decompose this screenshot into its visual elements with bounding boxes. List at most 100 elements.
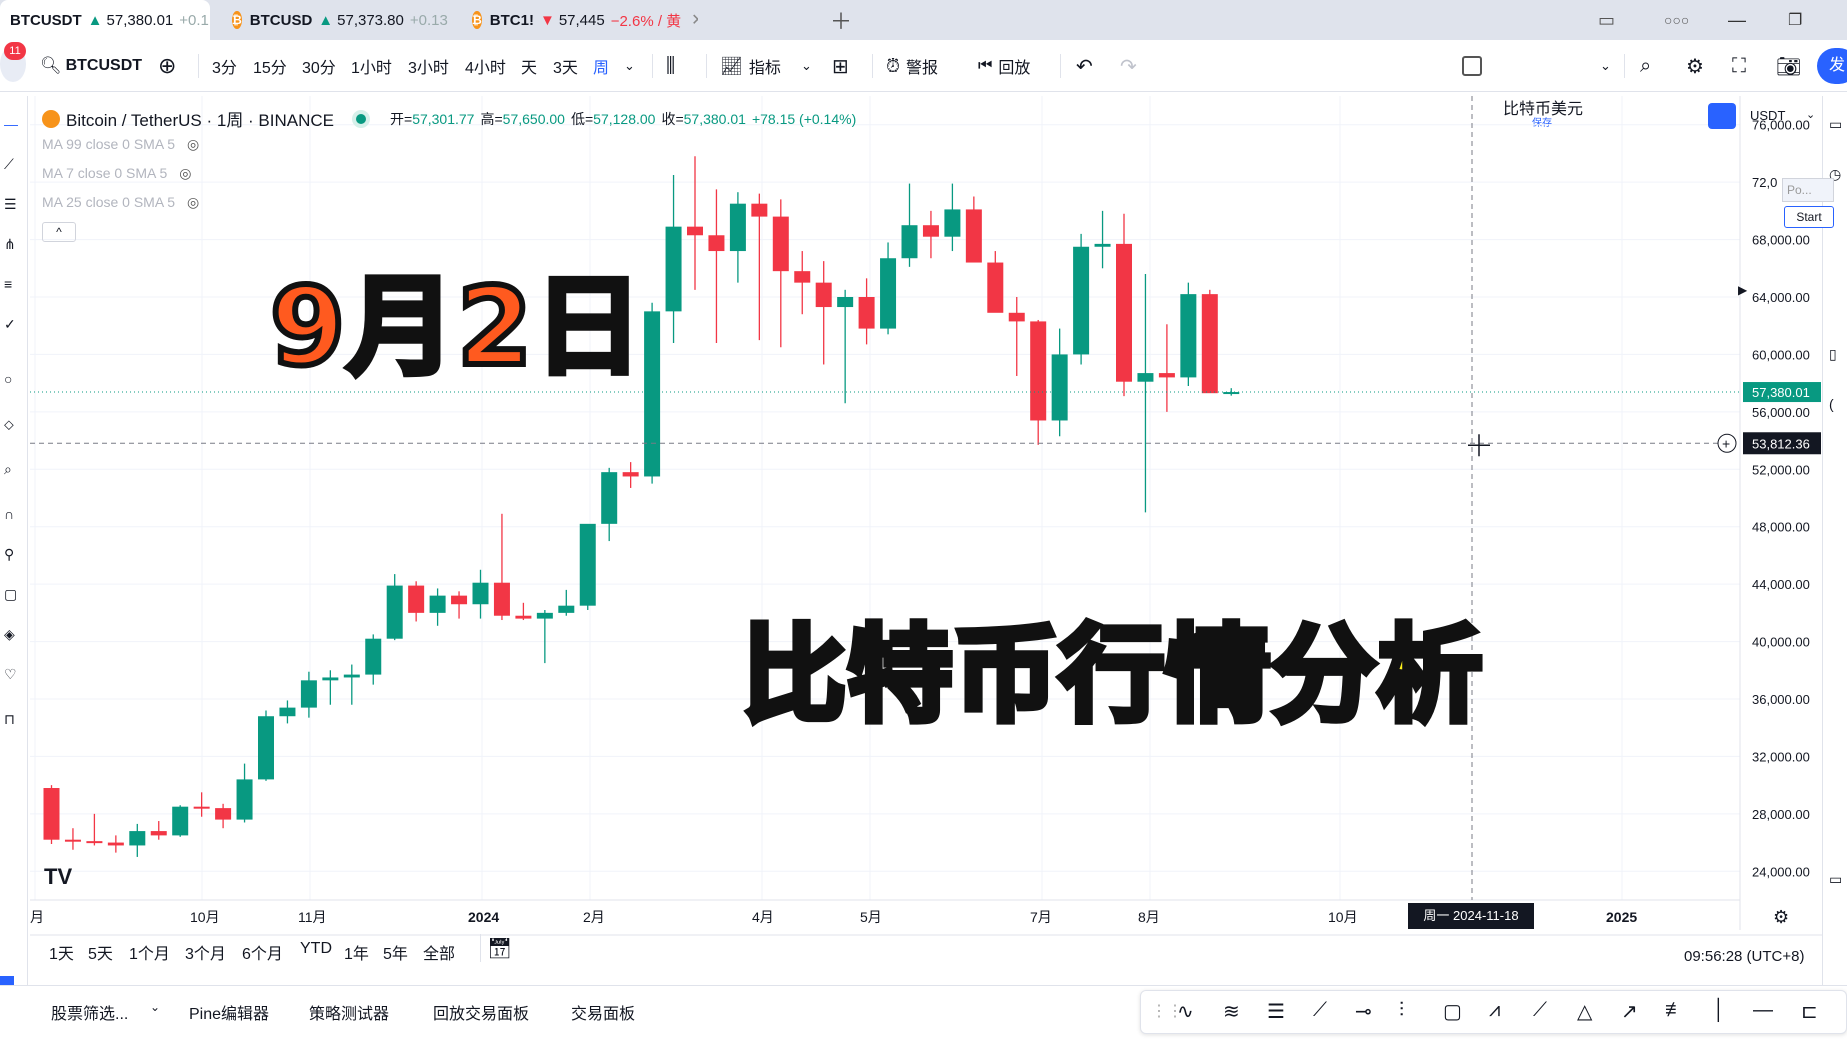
- range-ytd[interactable]: YTD: [300, 940, 332, 958]
- candle-body: [1073, 246, 1090, 355]
- candle-body: [987, 262, 1004, 313]
- candle-body: [64, 839, 81, 842]
- path-tool-icon[interactable]: ⩘: [1489, 999, 1500, 1022]
- time-axis-label: 4月: [752, 909, 774, 925]
- triangle-tool-icon[interactable]: △: [1577, 999, 1592, 1024]
- last-price-tag-text: 57,380.01: [1752, 385, 1810, 400]
- eye-off-icon[interactable]: ◎: [179, 165, 191, 181]
- go-to-date-icon[interactable]: 📅︎: [487, 936, 512, 961]
- sync-toggle-icon[interactable]: [1708, 103, 1736, 129]
- candle-body: [729, 203, 746, 252]
- chevron-down-icon[interactable]: ⌄: [150, 1000, 160, 1014]
- candle-body: [386, 585, 403, 639]
- ohlc-low-label: 低=: [570, 110, 594, 127]
- curve-tool-icon[interactable]: ∿: [1177, 999, 1194, 1024]
- tab-pine-editor[interactable]: Pine编辑器: [189, 1000, 269, 1024]
- ohlc-low: 57,128.00: [593, 110, 656, 127]
- ohlc-close: 57,380.01: [683, 110, 746, 127]
- range-1d[interactable]: 1天: [49, 940, 74, 964]
- range-5d[interactable]: 5天: [88, 940, 113, 964]
- time-axis-label: 2025: [1606, 909, 1637, 925]
- time-axis-label: 5月: [860, 909, 882, 925]
- range-5y[interactable]: 5年: [383, 940, 408, 964]
- price-chart[interactable]: 76,000.0072,068,000.0064,000.0060,000.00…: [0, 0, 1847, 1040]
- tab-strategy-tester[interactable]: 策略测试器: [309, 1000, 389, 1024]
- ohlc-open-label: 开=: [390, 110, 413, 127]
- horizontal-ray-icon[interactable]: ⊸: [1355, 999, 1372, 1024]
- candle-body: [579, 523, 596, 606]
- tab-stock-screener[interactable]: 股票筛选...: [51, 1000, 128, 1024]
- overlay-title-text: 比特币行情分析: [738, 611, 1485, 740]
- vertical-line-icon[interactable]: │: [1713, 999, 1726, 1022]
- candle-body: [1116, 243, 1132, 382]
- market-status-dot: [356, 113, 366, 124]
- range-1y[interactable]: 1年: [344, 940, 369, 964]
- ma-7-legend[interactable]: MA 7 close 0 SMA 5 ◎: [42, 165, 191, 182]
- price-axis-label: 64,000.00: [1752, 290, 1810, 305]
- time-axis-label: 11月: [298, 909, 327, 925]
- chart-legend: Bitcoin / TetherUS · 1周 · BINANCE 开= 57,3…: [42, 106, 856, 131]
- ma-99-label: MA 99 close 0 SMA 5: [42, 136, 176, 152]
- more-tools-icon[interactable]: ⊏: [1801, 999, 1818, 1024]
- legend-title[interactable]: Bitcoin / TetherUS · 1周 · BINANCE: [66, 106, 334, 131]
- tab-trading-panel[interactable]: 交易面板: [571, 1000, 635, 1024]
- candle-body: [1137, 373, 1154, 382]
- candle-body: [258, 716, 274, 780]
- clock-timezone[interactable]: 09:56:28 (UTC+8): [1684, 948, 1804, 965]
- candle-body: [751, 203, 768, 217]
- tradingview-logo-icon[interactable]: TV: [44, 864, 72, 890]
- candle-body: [772, 216, 789, 272]
- candle-body: [644, 311, 661, 477]
- candle-body: [622, 472, 639, 477]
- add-alert-plus-icon-glyph: +: [1722, 435, 1730, 451]
- candle-body: [215, 808, 232, 820]
- eye-off-icon[interactable]: ◎: [187, 136, 199, 152]
- candle-body: [472, 582, 489, 605]
- collapse-legend-button[interactable]: ^: [42, 222, 76, 242]
- time-axis-label: 10月: [1328, 909, 1358, 925]
- ray-tool-icon[interactable]: ⟋: [1533, 999, 1547, 1022]
- tab-replay-trading[interactable]: 回放交易面板: [433, 1000, 529, 1024]
- axis-settings-gear-icon[interactable]: ⚙: [1773, 907, 1789, 928]
- arrow-tool-icon[interactable]: ↗: [1621, 999, 1638, 1024]
- rectangle-tool-icon[interactable]: ▢: [1443, 999, 1462, 1024]
- candle-body: [601, 472, 618, 524]
- popup-panel[interactable]: Po...: [1782, 178, 1834, 202]
- scroll-right-icon[interactable]: ▶: [1738, 283, 1747, 297]
- time-axis-label: 2024: [468, 909, 499, 925]
- price-axis-label: 40,000.00: [1752, 635, 1810, 650]
- candle-body: [107, 842, 124, 846]
- overlay-date-text: 9月2日: [267, 262, 645, 393]
- candle-body: [858, 297, 875, 329]
- popup-start-button[interactable]: Start: [1784, 206, 1834, 228]
- ma-25-legend[interactable]: MA 25 close 0 SMA 5 ◎: [42, 194, 199, 211]
- price-axis-label: 24,000.00: [1752, 864, 1810, 879]
- horizontal-line-icon[interactable]: —: [1753, 999, 1773, 1022]
- fib-tool-icon[interactable]: ≋: [1223, 999, 1240, 1024]
- candle-body: [558, 605, 575, 613]
- candle-body: [429, 595, 446, 613]
- range-3m[interactable]: 3个月: [185, 940, 226, 964]
- fan-tool-icon[interactable]: ≢: [1665, 999, 1685, 1022]
- price-axis-label: 68,000.00: [1752, 233, 1810, 248]
- range-1m[interactable]: 1个月: [129, 940, 170, 964]
- range-6m[interactable]: 6个月: [242, 940, 283, 964]
- volume-profile-icon[interactable]: ⫶: [1399, 999, 1404, 1022]
- candle-body: [150, 831, 167, 836]
- price-axis-label: 28,000.00: [1752, 807, 1810, 822]
- candle-body: [193, 806, 210, 809]
- ma-99-legend[interactable]: MA 99 close 0 SMA 5 ◎: [42, 136, 199, 153]
- crosshair-price-tag-text: 53,812.36: [1752, 436, 1810, 451]
- candle-body: [837, 297, 854, 308]
- trendline-tool-icon[interactable]: ⟋: [1313, 999, 1327, 1022]
- parallel-channel-icon[interactable]: ☰: [1267, 999, 1285, 1024]
- eye-off-icon[interactable]: ◎: [187, 194, 199, 210]
- candle-body: [794, 271, 811, 283]
- price-axis-label: 44,000.00: [1752, 577, 1810, 592]
- price-axis-label: 32,000.00: [1752, 749, 1810, 764]
- price-axis-label: 72,0: [1752, 175, 1777, 190]
- range-all[interactable]: 全部: [423, 940, 455, 964]
- chevron-down-icon[interactable]: ⌄: [1806, 108, 1815, 121]
- currency-select[interactable]: USDT: [1750, 108, 1785, 123]
- candle-body: [1030, 321, 1047, 421]
